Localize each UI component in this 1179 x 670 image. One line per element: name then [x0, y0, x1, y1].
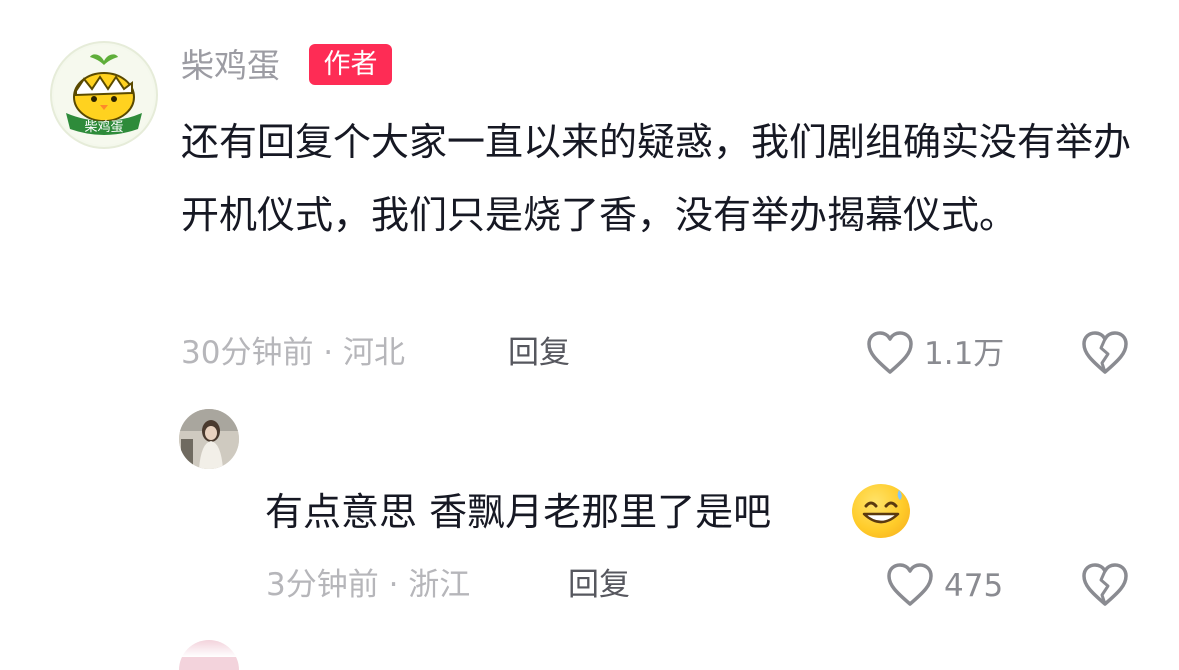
- reply-username[interactable]: [266, 438, 272, 444]
- reply-like-count: 475: [944, 568, 1004, 604]
- broken-heart-icon[interactable]: [1081, 562, 1129, 608]
- reply-text: 有点意思 香飘月老那里了是吧: [265, 490, 772, 534]
- comment-username[interactable]: 柴鸡蛋: [181, 44, 280, 88]
- reply-reply-button[interactable]: 回复: [568, 565, 630, 605]
- comment-reply-button[interactable]: 回复: [508, 333, 570, 373]
- reply-avatar[interactable]: [179, 409, 239, 469]
- chick-logo: 柴鸡蛋: [54, 45, 154, 145]
- heart-outline-icon[interactable]: [866, 330, 914, 376]
- reply-time-location: 3分钟前 · 浙江: [266, 567, 471, 603]
- comment-text: 还有回复个大家一直以来的疑惑，我们剧组确实没有举办开机仪式，我们只是烧了香，没有…: [181, 120, 1132, 237]
- bottom-fade: [0, 640, 1179, 657]
- grinning-sweat-emoji-icon: [852, 484, 910, 538]
- svg-text:柴鸡蛋: 柴鸡蛋: [84, 119, 123, 135]
- author-avatar[interactable]: 柴鸡蛋: [50, 41, 158, 149]
- comment-like-count: 1.1万: [924, 336, 1005, 372]
- heart-outline-icon[interactable]: [886, 562, 934, 608]
- broken-heart-icon[interactable]: [1081, 330, 1129, 376]
- author-badge: 作者: [309, 44, 392, 85]
- comment-time-location: 30分钟前 · 河北: [181, 335, 406, 371]
